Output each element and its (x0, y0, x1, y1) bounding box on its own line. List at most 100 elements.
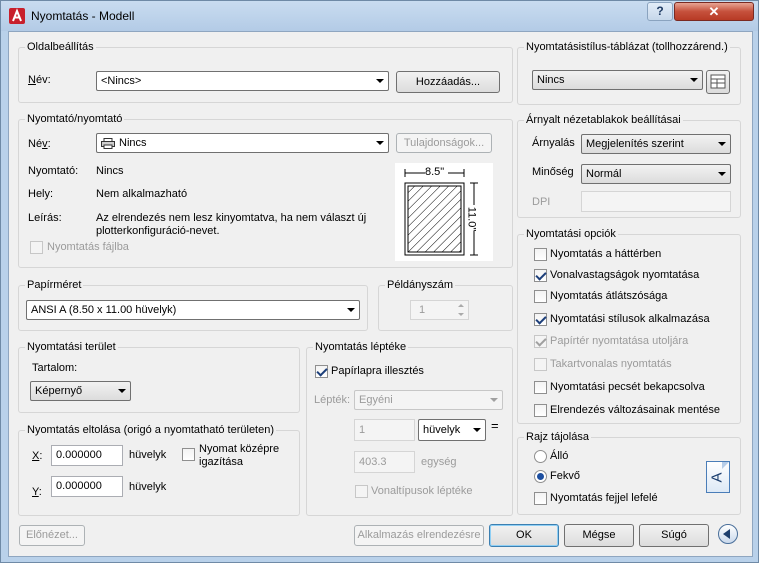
preview-button[interactable]: Előnézet... (19, 525, 85, 546)
print-dialog: Nyomtatás - Modell ? ✕ Oldalbeállítás Né… (0, 0, 759, 563)
printer-name-select[interactable]: Nincs (96, 133, 389, 153)
option-checkbox-6[interactable] (534, 381, 547, 394)
title-bar: Nyomtatás - Modell ? ✕ (1, 1, 758, 31)
equals-sign: = (491, 418, 499, 433)
chevron-down-icon (690, 78, 698, 82)
page-setup-name-select[interactable]: <Nincs> (96, 71, 389, 91)
spin-up-icon[interactable] (458, 304, 464, 307)
help-button[interactable]: Súgó (639, 524, 709, 547)
fit-to-paper-checkbox[interactable] (315, 365, 328, 378)
scale-value1-input[interactable]: 1 (354, 419, 415, 441)
upside-down-checkbox[interactable] (534, 492, 547, 505)
plot-options-title: Nyomtatási opciók (524, 228, 618, 240)
option-checkbox-1[interactable] (534, 269, 547, 282)
offset-x-input[interactable]: 0.000000 (51, 445, 123, 466)
description-line1: Az elrendezés nem lesz kinyomtatva, ha n… (96, 212, 367, 224)
center-plot-checkbox[interactable] (182, 448, 195, 461)
print-to-file-label: Nyomtatás fájlba (47, 241, 129, 253)
dialog-body: Oldalbeállítás Név: <Nincs> Hozzáadás...… (8, 31, 753, 557)
chevron-down-icon (718, 172, 726, 176)
plot-area-group: Nyomtatási terület (18, 341, 300, 413)
ok-button[interactable]: OK (489, 524, 559, 547)
orientation-title: Rajz tájolása (524, 431, 591, 443)
chevron-down-icon (376, 79, 384, 83)
copies-spinner[interactable] (454, 301, 468, 319)
option-checkbox-4[interactable] (534, 335, 547, 348)
shaded-viewport-title: Árnyalt nézetablakok beállításai (524, 114, 683, 126)
spin-down-icon[interactable] (458, 313, 464, 316)
center-plot-label-1: Nyomat középre (199, 443, 280, 455)
quality-label: Minőség (532, 166, 574, 178)
orientation-preview-icon: A (706, 461, 730, 493)
option-label-7: Elrendezés változásainak mentése (550, 404, 720, 416)
table-edit-icon (710, 74, 726, 89)
page-corner-icon (722, 462, 729, 469)
shade-value: Megjelenítés szerint (586, 138, 684, 150)
option-label-5: Takartvonalas nyomtatás (550, 358, 672, 370)
add-page-setup-button[interactable]: Hozzáadás... (396, 71, 500, 93)
style-table-select[interactable]: Nincs (532, 70, 703, 90)
option-checkbox-5[interactable] (534, 358, 547, 371)
shade-label: Árnyalás (532, 137, 575, 149)
plotter-value: Nincs (96, 165, 124, 177)
chevron-down-icon (118, 389, 126, 393)
arrow-left-icon (723, 529, 730, 539)
shade-select[interactable]: Megjelenítés szerint (581, 134, 731, 154)
chevron-down-icon (490, 398, 498, 402)
quality-value: Normál (586, 168, 622, 180)
option-checkbox-3[interactable] (534, 313, 547, 326)
option-label-2: Nyomtatás átlátszósága (550, 290, 668, 302)
paper-size-title: Papírméret (25, 279, 84, 291)
close-button[interactable]: ✕ (674, 2, 754, 21)
scale-value2: 403.3 (359, 456, 387, 468)
paper-width-label: 8.5" (425, 166, 445, 178)
option-checkbox-2[interactable] (534, 290, 547, 303)
scale-select[interactable]: Egyéni (354, 390, 503, 410)
print-to-file-checkbox[interactable] (30, 241, 43, 254)
scale-value2-input[interactable]: 403.3 (354, 451, 415, 473)
scale-value: Egyéni (359, 394, 393, 406)
offset-y-unit: hüvelyk (129, 481, 167, 493)
printer-name-label: Név: (28, 138, 51, 150)
description-line2: plotterkonfiguráció-nevet. (96, 225, 220, 237)
copies-value: 1 (419, 304, 426, 316)
chevron-down-icon (473, 428, 481, 432)
option-label-6: Nyomtatási pecsét bekapcsolva (550, 381, 705, 393)
page-setup-title: Oldalbeállítás (25, 41, 96, 53)
offset-x-label: X: (32, 450, 43, 462)
offset-y-input[interactable]: 0.000000 (51, 476, 123, 497)
help-title-button[interactable]: ? (647, 2, 673, 21)
option-label-1: Vonalvastagságok nyomtatása (550, 269, 700, 281)
page-setup-name-label: Név: (28, 74, 51, 86)
option-checkbox-0[interactable] (534, 248, 547, 261)
apply-to-layout-button[interactable]: Alkalmazás elrendezésre (354, 525, 484, 546)
chevron-down-icon (347, 308, 355, 312)
dpi-input[interactable] (581, 191, 731, 212)
plot-offset-title: Nyomtatás eltolása (origó a nyomtatható … (25, 424, 277, 436)
landscape-radio[interactable] (534, 470, 547, 483)
paper-size-select[interactable]: ANSI A (8.50 x 11.00 hüvelyk) (26, 300, 360, 320)
window-title: Nyomtatás - Modell (31, 9, 135, 23)
edit-style-table-button[interactable] (706, 70, 730, 94)
scale-unit-value: hüvelyk (423, 424, 461, 436)
page-setup-name-value: <Nincs> (101, 75, 142, 87)
portrait-label: Álló (550, 450, 569, 462)
cancel-button[interactable]: Mégse (564, 524, 634, 547)
copies-title: Példányszám (385, 279, 456, 291)
dpi-label: DPI (532, 196, 551, 208)
collapse-options-button[interactable] (718, 524, 738, 544)
portrait-radio[interactable] (534, 450, 547, 463)
fit-to-paper-label: Papírlapra illesztés (331, 365, 424, 377)
quality-select[interactable]: Normál (581, 164, 731, 184)
option-label-3: Nyomtatási stílusok alkalmazása (550, 313, 710, 325)
autocad-app-icon (9, 8, 25, 24)
scale-unit2-label: egység (421, 456, 457, 468)
offset-x-value: 0.000000 (56, 449, 102, 461)
plot-area-select[interactable]: Képernyő (30, 381, 131, 401)
scale-lineweights-checkbox[interactable] (355, 485, 368, 498)
printer-properties-button[interactable]: Tulajdonságok... (396, 133, 492, 153)
option-checkbox-7[interactable] (534, 404, 547, 417)
printer-name-value: Nincs (119, 137, 147, 149)
scale-unit-select[interactable]: hüvelyk (418, 419, 486, 441)
offset-y-label: Y: (32, 486, 42, 498)
